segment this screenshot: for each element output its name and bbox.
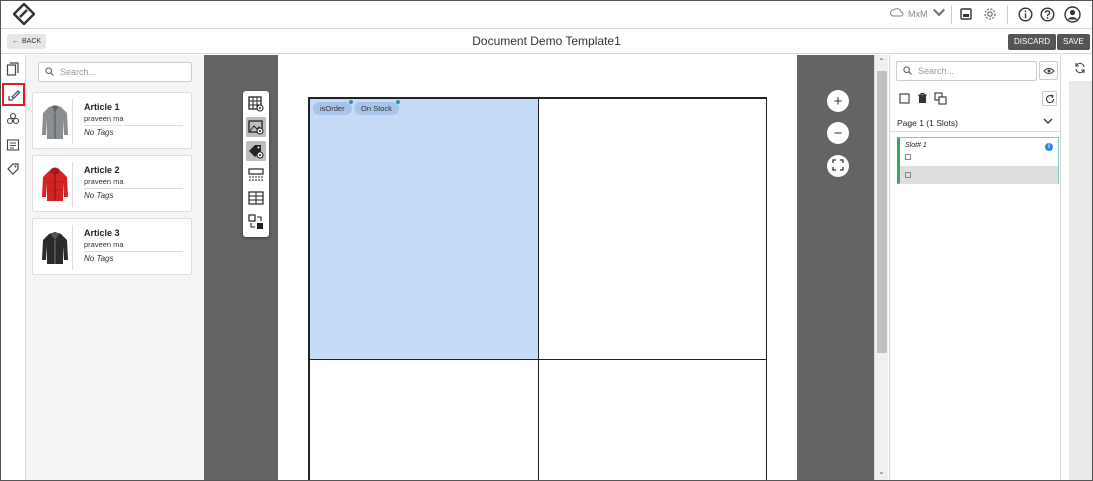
divider bbox=[84, 125, 183, 126]
scroll-up-icon[interactable]: ⌃ bbox=[878, 57, 885, 66]
divider bbox=[84, 188, 183, 189]
slot-row[interactable] bbox=[900, 166, 1058, 184]
chevron-down-icon[interactable] bbox=[1043, 117, 1053, 127]
table-icon[interactable] bbox=[246, 188, 266, 208]
divider bbox=[1007, 5, 1008, 24]
documents-icon[interactable] bbox=[3, 59, 23, 79]
app-logo-icon[interactable] bbox=[12, 2, 36, 26]
divider bbox=[951, 5, 952, 24]
grey-jacket-image bbox=[37, 99, 73, 144]
slot-card[interactable]: Slot# 1 i bbox=[897, 137, 1059, 184]
article-card[interactable]: Article 2 praveen ma No Tags bbox=[32, 155, 192, 212]
canvas-scrollbar[interactable]: ⌃ ⌄ bbox=[874, 55, 888, 481]
title-bar: ← BACK Document Demo Template1 DISCARD S… bbox=[0, 29, 1093, 54]
search-placeholder: Search... bbox=[918, 66, 955, 76]
slot-title: Slot# 1 bbox=[905, 142, 927, 149]
zoom-out-button[interactable]: − bbox=[827, 122, 849, 144]
account-icon[interactable] bbox=[1063, 5, 1081, 23]
gear-icon[interactable] bbox=[981, 5, 999, 23]
tag-icon[interactable] bbox=[3, 159, 23, 179]
articles-panel: Search... Article 1 praveen ma No Tags A… bbox=[26, 55, 204, 481]
fit-to-screen-button[interactable] bbox=[827, 155, 849, 177]
scrollbar-thumb[interactable] bbox=[877, 71, 887, 353]
info-icon[interactable]: i bbox=[1045, 143, 1053, 151]
black-jacket-image bbox=[37, 225, 73, 270]
help-icon[interactable] bbox=[1038, 5, 1056, 23]
discard-button[interactable]: DISCARD bbox=[1008, 34, 1057, 50]
articles-search-input[interactable]: Search... bbox=[38, 62, 192, 82]
article-name: Article 3 bbox=[84, 228, 120, 238]
grid-cell-selected[interactable]: isOrder On Stock bbox=[309, 98, 539, 360]
grid-view-icon[interactable] bbox=[246, 94, 266, 114]
info-icon[interactable] bbox=[1016, 5, 1034, 23]
cloud-user-icon bbox=[889, 6, 904, 22]
list-icon[interactable] bbox=[3, 135, 23, 155]
user-label: MxM bbox=[908, 9, 928, 19]
secondary-panel bbox=[1060, 55, 1093, 481]
page-label: Page 1 (1 Slots) bbox=[897, 118, 958, 128]
tag-chip[interactable]: On Stock bbox=[354, 100, 400, 115]
tag-chip[interactable]: isOrder bbox=[313, 100, 353, 115]
image-icon[interactable] bbox=[246, 117, 266, 137]
search-icon bbox=[45, 66, 54, 78]
red-jacket-image bbox=[37, 162, 73, 207]
search-icon bbox=[903, 65, 912, 77]
chevron-down-icon bbox=[932, 6, 946, 22]
banner-icon[interactable] bbox=[246, 165, 266, 185]
store-icon[interactable] bbox=[957, 5, 975, 23]
page-title: Document Demo Template1 bbox=[472, 34, 621, 48]
article-tags: No Tags bbox=[84, 191, 114, 200]
tag-view-icon[interactable] bbox=[246, 141, 266, 161]
article-name: Article 2 bbox=[84, 165, 120, 175]
eye-icon[interactable] bbox=[1039, 61, 1058, 80]
scroll-down-icon[interactable]: ⌄ bbox=[878, 467, 885, 476]
canvas-area: isOrder On Stock + − bbox=[204, 55, 874, 481]
left-icon-rail bbox=[0, 55, 26, 481]
slot-row-checkbox[interactable] bbox=[905, 172, 911, 178]
search-placeholder: Search... bbox=[60, 67, 97, 77]
article-card[interactable]: Article 3 praveen ma No Tags bbox=[32, 218, 192, 275]
zoom-in-button[interactable]: + bbox=[827, 90, 849, 112]
article-owner: praveen ma bbox=[84, 114, 124, 123]
trash-icon[interactable] bbox=[915, 91, 929, 105]
grid-cell[interactable] bbox=[538, 98, 767, 360]
page-section-header[interactable]: Page 1 (1 Slots) bbox=[890, 114, 1061, 132]
save-button[interactable]: SAVE bbox=[1057, 34, 1090, 50]
slots-search-input[interactable]: Search... bbox=[896, 61, 1037, 81]
user-switcher[interactable]: MxM bbox=[889, 6, 946, 22]
slots-panel: Search... Page 1 (1 Slots) Slot# 1 i bbox=[889, 55, 1061, 481]
top-bar: MxM bbox=[0, 0, 1093, 29]
chip-dot bbox=[348, 100, 353, 104]
duplicate-icon[interactable] bbox=[933, 91, 947, 105]
article-tags: No Tags bbox=[84, 254, 114, 263]
refresh-icon[interactable] bbox=[1042, 91, 1057, 106]
grid-cell[interactable] bbox=[538, 359, 767, 481]
divider bbox=[84, 251, 183, 252]
document-page: isOrder On Stock bbox=[278, 55, 797, 481]
panel-strip bbox=[1069, 81, 1093, 481]
chip-dot bbox=[395, 100, 400, 104]
grid-cell[interactable] bbox=[309, 359, 539, 481]
checkbox-icon[interactable] bbox=[897, 91, 911, 105]
article-name: Article 1 bbox=[84, 102, 120, 112]
edit-layout-icon[interactable] bbox=[2, 83, 25, 106]
article-owner: praveen ma bbox=[84, 240, 124, 249]
tool-palette bbox=[243, 91, 269, 237]
article-tags: No Tags bbox=[84, 128, 114, 137]
article-card[interactable]: Article 1 praveen ma No Tags bbox=[32, 92, 192, 149]
components-icon[interactable] bbox=[3, 109, 23, 129]
fullscreen-icon bbox=[832, 158, 844, 174]
slot-toolbar bbox=[897, 91, 947, 105]
chip-label: isOrder bbox=[320, 104, 345, 113]
article-owner: praveen ma bbox=[84, 177, 124, 186]
slot-grid: isOrder On Stock bbox=[308, 97, 767, 481]
swap-icon[interactable] bbox=[246, 212, 266, 232]
sync-icon[interactable] bbox=[1074, 62, 1086, 77]
slot-checkbox[interactable] bbox=[905, 154, 911, 160]
chip-label: On Stock bbox=[361, 104, 392, 113]
